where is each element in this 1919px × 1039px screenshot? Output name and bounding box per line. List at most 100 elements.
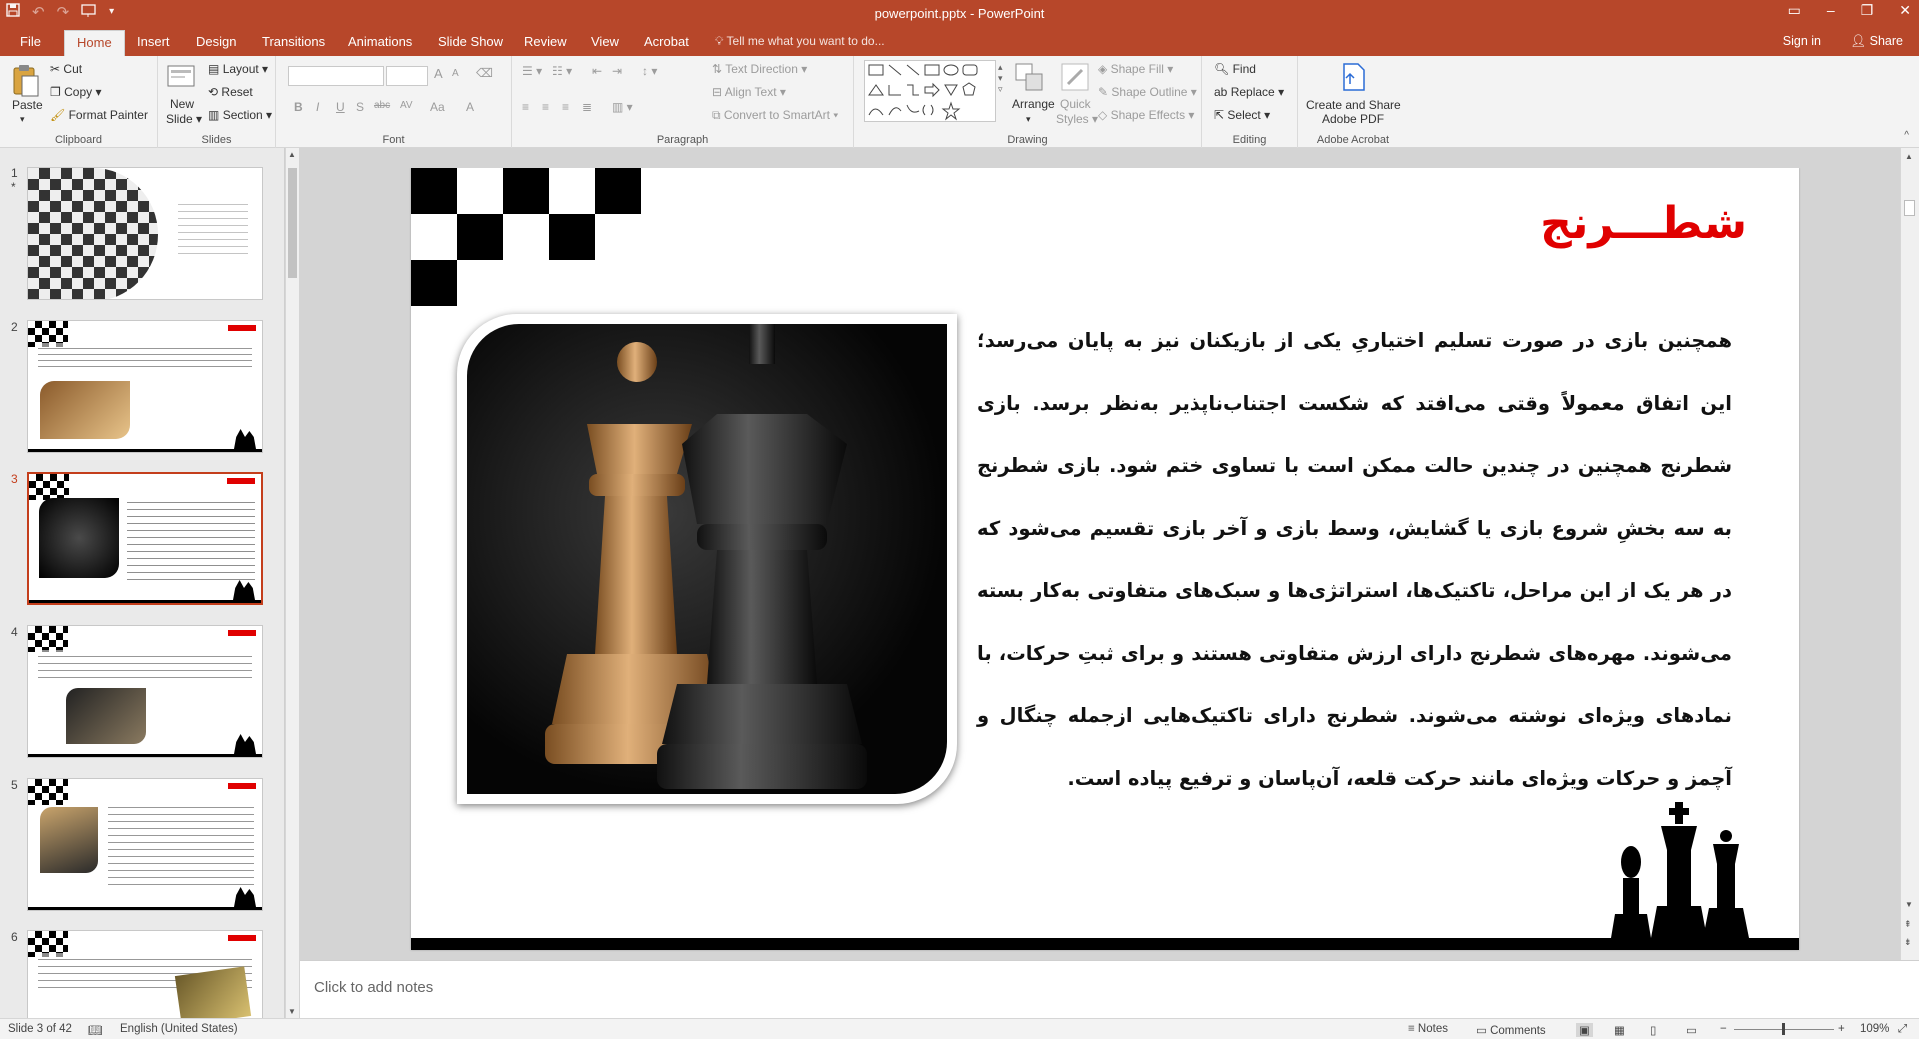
tab-review[interactable]: Review <box>524 34 567 49</box>
scroll-up-icon[interactable]: ▲ <box>1905 152 1913 161</box>
slide-scrollbar[interactable]: ▲ ▼ ⇞ ⇟ <box>1900 148 1919 960</box>
language-indicator[interactable]: English (United States) <box>120 1023 238 1035</box>
find-button[interactable]: 🔍︎ Find <box>1214 62 1256 76</box>
shrink-font-icon[interactable]: A <box>452 68 459 79</box>
format-painter-button[interactable]: 🖌︎ Format Painter <box>50 108 148 122</box>
change-case-button[interactable]: Aa <box>430 100 445 114</box>
tell-me-box[interactable]: 💡︎ Tell me what you want to do... <box>715 34 885 49</box>
collapse-ribbon-icon[interactable]: ^ <box>1904 130 1909 141</box>
notes-toggle[interactable]: ≡ Notes <box>1408 1023 1448 1035</box>
underline-button[interactable]: U <box>336 100 345 114</box>
minimize-button[interactable]: – <box>1827 2 1835 19</box>
zoom-level[interactable]: 109% <box>1860 1023 1889 1035</box>
cut-button[interactable]: ✂︎ Cut <box>50 62 82 76</box>
grow-font-icon[interactable]: A <box>434 66 443 81</box>
notes-pane[interactable]: Click to add notes <box>300 960 1919 1018</box>
tab-view[interactable]: View <box>591 34 619 49</box>
italic-button[interactable]: I <box>316 100 319 114</box>
close-button[interactable]: ✕ <box>1899 2 1911 19</box>
share-button[interactable]: 👤︎ Share <box>1850 34 1903 49</box>
font-size-box[interactable] <box>386 66 428 86</box>
tab-animations[interactable]: Animations <box>348 34 412 49</box>
create-share-pdf-button[interactable]: Create and Share <box>1306 98 1401 112</box>
clear-formatting-icon[interactable]: ⌫ <box>476 66 493 80</box>
ribbon-display-options-icon[interactable]: ▭ <box>1788 2 1801 19</box>
paste-button[interactable]: Paste <box>12 98 43 112</box>
decrease-indent-icon[interactable]: ⇤ <box>592 64 602 78</box>
columns-icon[interactable]: ▥ ▾ <box>612 100 633 114</box>
new-slide-dropdown[interactable]: Slide ▾ <box>166 112 202 126</box>
shape-outline-button[interactable]: ✎ Shape Outline ▾ <box>1098 85 1197 99</box>
zoom-out-button[interactable]: − <box>1720 1023 1727 1035</box>
pdf-icon[interactable] <box>1340 62 1370 94</box>
replace-button[interactable]: ab Replace ▾ <box>1214 85 1284 99</box>
next-slide-icon[interactable]: ⇟ <box>1904 936 1912 948</box>
normal-view-icon[interactable]: ▣ <box>1576 1023 1593 1037</box>
spellcheck-icon[interactable]: 📖︎ <box>88 1023 103 1037</box>
scroll-thumb[interactable] <box>1904 200 1915 216</box>
font-color-button[interactable]: A <box>466 100 474 114</box>
chess-photo-frame[interactable] <box>457 314 957 804</box>
reset-button[interactable]: ⟲ Reset <box>208 85 253 99</box>
scroll-down-icon[interactable]: ▼ <box>1905 900 1913 909</box>
paste-dropdown-icon[interactable]: ▾ <box>20 114 25 125</box>
sign-in-link[interactable]: Sign in <box>1783 34 1821 48</box>
slide-thumbnail[interactable] <box>27 320 263 453</box>
current-slide[interactable]: شطـــرنج همچنین بازی در صورت تسلیم اختیا… <box>411 168 1799 950</box>
tab-insert[interactable]: Insert <box>137 34 170 49</box>
font-name-box[interactable] <box>288 66 384 86</box>
select-button[interactable]: ⇱ Select ▾ <box>1214 108 1270 122</box>
slide-body-text[interactable]: همچنین بازی در صورت تسلیم اختیاریِ یکی ا… <box>977 310 1732 810</box>
tab-home[interactable]: Home <box>64 30 125 56</box>
increase-indent-icon[interactable]: ⇥ <box>612 64 622 78</box>
slide-title[interactable]: شطـــرنج <box>1540 198 1747 249</box>
scroll-down-icon[interactable]: ▼ <box>288 1007 296 1016</box>
slide-thumbnail-selected[interactable] <box>27 472 263 605</box>
numbering-icon[interactable]: ☷ ▾ <box>552 64 572 78</box>
shadow-button[interactable]: S <box>356 100 364 114</box>
fit-to-window-icon[interactable]: ⤢ <box>1898 1023 1907 1036</box>
copy-button[interactable]: ❐ Copy ▾ <box>50 85 101 99</box>
paste-icon[interactable] <box>10 64 40 97</box>
section-button[interactable]: ▥ Section ▾ <box>208 108 272 122</box>
quick-styles-dropdown[interactable]: Styles ▾ <box>1056 112 1098 126</box>
justify-icon[interactable]: ≣ <box>582 100 592 114</box>
slide-thumbnail[interactable] <box>27 167 263 300</box>
zoom-slider-thumb[interactable] <box>1782 1023 1785 1035</box>
strikethrough-button[interactable]: abc <box>374 100 390 111</box>
scroll-thumb[interactable] <box>288 168 297 278</box>
notes-placeholder[interactable]: Click to add notes <box>314 979 433 996</box>
quick-styles-icon[interactable] <box>1060 62 1090 94</box>
character-spacing-button[interactable]: AV <box>400 100 413 111</box>
layout-button[interactable]: ▤ Layout ▾ <box>208 62 268 76</box>
slide-thumbnail[interactable] <box>27 930 263 1018</box>
quick-styles-button[interactable]: Quick <box>1060 97 1091 111</box>
line-spacing-icon[interactable]: ↕ ▾ <box>642 64 657 78</box>
shape-effects-button[interactable]: ◇ Shape Effects ▾ <box>1098 108 1194 122</box>
tab-slide-show[interactable]: Slide Show <box>438 34 503 49</box>
new-slide-icon[interactable] <box>166 62 196 94</box>
comments-toggle[interactable]: ▭ Comments <box>1476 1023 1546 1037</box>
previous-slide-icon[interactable]: ⇞ <box>1904 918 1912 930</box>
shapes-scroll-icon[interactable]: ▴ ▾ ▿ <box>998 62 1003 95</box>
align-center-icon[interactable]: ≡ <box>542 100 549 114</box>
zoom-in-button[interactable]: + <box>1838 1023 1845 1035</box>
bullets-icon[interactable]: ☰ ▾ <box>522 64 542 78</box>
arrange-icon[interactable] <box>1014 62 1044 94</box>
slide-thumbnail[interactable] <box>27 625 263 758</box>
slide-thumbnail[interactable] <box>27 778 263 911</box>
slideshow-view-icon[interactable]: ▭ <box>1686 1023 1697 1037</box>
thumbnail-scrollbar[interactable]: ▲ ▼ <box>285 148 299 1018</box>
text-direction-button[interactable]: ⇅ Text Direction ▾ <box>712 62 807 76</box>
align-left-icon[interactable]: ≡ <box>522 100 529 114</box>
tab-design[interactable]: Design <box>196 34 236 49</box>
restore-button[interactable]: ❐ <box>1861 2 1874 19</box>
convert-smartart-button[interactable]: ⧉ Convert to SmartArt ▾ <box>712 108 838 123</box>
shape-fill-button[interactable]: ◈ Shape Fill ▾ <box>1098 62 1173 76</box>
align-text-button[interactable]: ⊟ Align Text ▾ <box>712 85 786 99</box>
tab-acrobat[interactable]: Acrobat <box>644 34 689 49</box>
scroll-up-icon[interactable]: ▲ <box>288 150 296 159</box>
new-slide-button[interactable]: New <box>170 97 194 111</box>
slide-sorter-icon[interactable]: ▦ <box>1614 1023 1625 1037</box>
align-right-icon[interactable]: ≡ <box>562 100 569 114</box>
